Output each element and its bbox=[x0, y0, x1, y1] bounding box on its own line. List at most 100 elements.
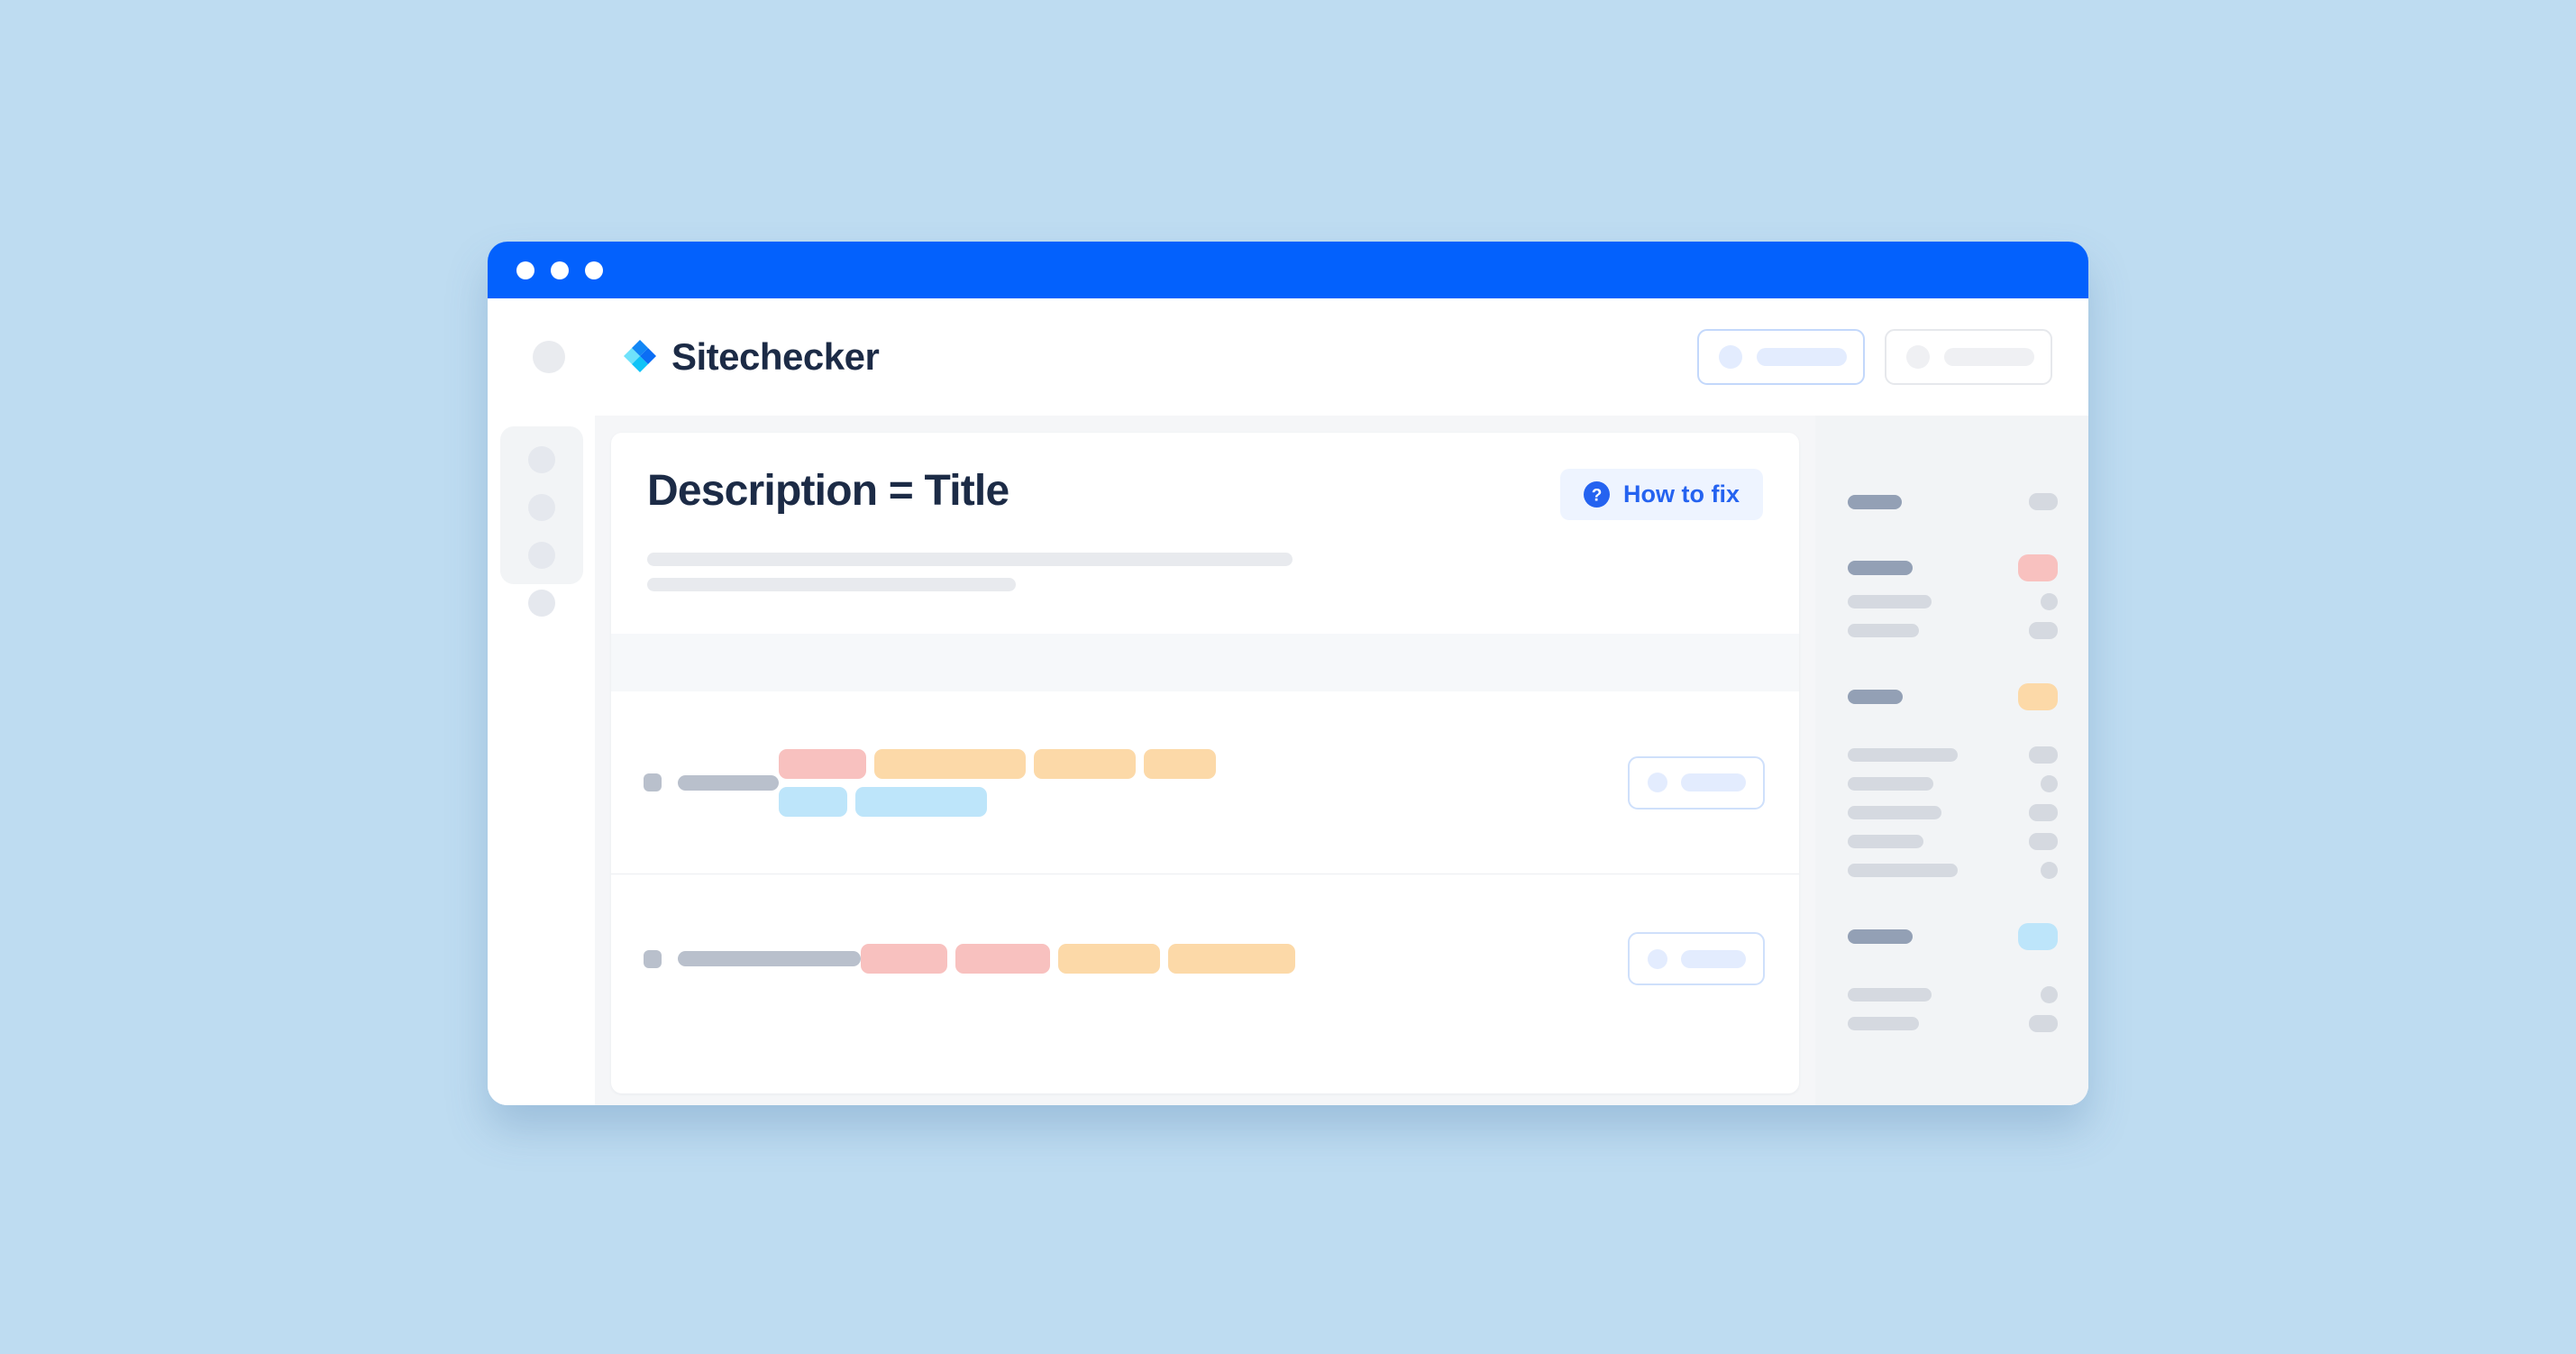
issue-card: Description = Title ? How to fix bbox=[611, 433, 1799, 1093]
summary-row[interactable] bbox=[1848, 775, 2058, 792]
sidebar-item-3-circle-icon[interactable] bbox=[528, 542, 555, 569]
summary-badge bbox=[2029, 746, 2058, 764]
row-label-placeholder bbox=[678, 774, 779, 791]
summary-badge bbox=[2041, 775, 2058, 792]
summary-row[interactable] bbox=[1848, 683, 2058, 710]
summary-label-placeholder bbox=[1848, 595, 1932, 608]
summary-row[interactable] bbox=[1848, 804, 2058, 821]
brand-name: Sitechecker bbox=[671, 335, 880, 378]
summary-badge bbox=[2041, 862, 2058, 879]
summary-group-4 bbox=[1848, 923, 2058, 1032]
card-header: Description = Title ? How to fix bbox=[611, 433, 1799, 634]
summary-row[interactable] bbox=[1848, 862, 2058, 879]
tag-red[interactable] bbox=[955, 944, 1050, 974]
close-dot[interactable] bbox=[516, 261, 534, 279]
sidebar-item-1-circle-icon[interactable] bbox=[528, 446, 555, 473]
summary-badge bbox=[2029, 1015, 2058, 1032]
brand[interactable]: Sitechecker bbox=[616, 335, 880, 378]
row-action-label-placeholder bbox=[1681, 949, 1746, 968]
summary-row[interactable] bbox=[1848, 746, 2058, 764]
browser-titlebar bbox=[488, 242, 2088, 298]
avatar[interactable] bbox=[533, 341, 565, 373]
question-mark-circle-icon: ? bbox=[1584, 481, 1610, 508]
app-header: Sitechecker bbox=[488, 298, 2088, 416]
summary-badge bbox=[2029, 833, 2058, 850]
summary-label-placeholder bbox=[1848, 561, 1913, 575]
summary-badge-info bbox=[2018, 923, 2058, 950]
description-line-1 bbox=[647, 553, 1293, 566]
table-row[interactable] bbox=[611, 874, 1799, 1043]
summary-label-placeholder bbox=[1848, 494, 1902, 509]
summary-label-placeholder bbox=[1848, 748, 1958, 762]
sidebar-item-4-circle-icon[interactable] bbox=[528, 590, 555, 617]
tag-red[interactable] bbox=[861, 944, 947, 974]
row-label bbox=[644, 773, 779, 791]
secondary-placeholder-button[interactable] bbox=[1885, 329, 2052, 385]
app-header-actions bbox=[1697, 329, 2052, 385]
row-action-label-placeholder bbox=[1681, 773, 1746, 791]
table-header-row bbox=[611, 634, 1799, 691]
summary-label-placeholder bbox=[1848, 835, 1923, 848]
row-tags bbox=[861, 944, 1329, 974]
row-spacer bbox=[1848, 722, 2058, 746]
svg-text:?: ? bbox=[1592, 487, 1603, 506]
row-action-button[interactable] bbox=[1628, 755, 1765, 810]
summary-row[interactable] bbox=[1848, 923, 2058, 950]
tag-red[interactable] bbox=[779, 748, 866, 779]
summary-group-1 bbox=[1848, 493, 2058, 510]
summary-row[interactable] bbox=[1848, 986, 2058, 1003]
description-placeholder bbox=[647, 553, 1763, 591]
row-label bbox=[644, 949, 861, 968]
summary-row[interactable] bbox=[1848, 493, 2058, 510]
summary-label-placeholder bbox=[1848, 864, 1958, 877]
tag-orange[interactable] bbox=[1144, 748, 1216, 779]
button-dot-icon bbox=[1719, 345, 1742, 369]
maximize-dot[interactable] bbox=[585, 261, 603, 279]
row-action-dot-icon bbox=[1648, 773, 1667, 792]
tag-orange[interactable] bbox=[1058, 944, 1160, 974]
tag-orange[interactable] bbox=[874, 748, 1026, 779]
summary-badge bbox=[2029, 622, 2058, 639]
summary-row[interactable] bbox=[1848, 833, 2058, 850]
summary-row[interactable] bbox=[1848, 1015, 2058, 1032]
row-action-dot-icon bbox=[1648, 948, 1667, 969]
summary-row[interactable] bbox=[1848, 554, 2058, 581]
minimize-dot[interactable] bbox=[551, 261, 569, 279]
summary-label-placeholder bbox=[1848, 777, 1933, 791]
button-label-placeholder bbox=[1944, 348, 2034, 366]
row-bullet-icon bbox=[644, 773, 662, 791]
sidebar-item-2-circle-icon[interactable] bbox=[528, 494, 555, 521]
summary-badge-warning bbox=[2018, 683, 2058, 710]
row-bullet-icon bbox=[644, 949, 662, 968]
tag-blue[interactable] bbox=[855, 786, 987, 817]
summary-row[interactable] bbox=[1848, 622, 2058, 639]
page-title: Description = Title bbox=[647, 467, 1009, 515]
summary-label-placeholder bbox=[1848, 1017, 1919, 1030]
summary-badge bbox=[2041, 593, 2058, 610]
how-to-fix-label: How to fix bbox=[1623, 480, 1740, 508]
how-to-fix-button[interactable]: ? How to fix bbox=[1560, 469, 1763, 520]
browser-window: Sitechecker Description = Title ? How to… bbox=[488, 242, 2088, 1105]
table-row[interactable] bbox=[611, 691, 1799, 874]
row-spacer bbox=[1848, 962, 2058, 986]
summary-badge bbox=[2041, 986, 2058, 1003]
summary-badge bbox=[2029, 493, 2058, 510]
button-dot-icon bbox=[1906, 345, 1930, 369]
main-content: Description = Title ? How to fix bbox=[595, 416, 1815, 1105]
tag-orange[interactable] bbox=[1168, 944, 1295, 974]
summary-badge bbox=[2029, 804, 2058, 821]
summary-label-placeholder bbox=[1848, 624, 1919, 637]
primary-placeholder-button[interactable] bbox=[1697, 329, 1865, 385]
tag-blue[interactable] bbox=[779, 786, 847, 817]
row-action-button[interactable] bbox=[1628, 932, 1765, 985]
summary-row[interactable] bbox=[1848, 593, 2058, 610]
summary-group-2 bbox=[1848, 554, 2058, 639]
tag-orange[interactable] bbox=[1034, 748, 1136, 779]
summary-badge-error bbox=[2018, 554, 2058, 581]
summary-label-placeholder bbox=[1848, 806, 1941, 819]
button-label-placeholder bbox=[1757, 348, 1847, 366]
summary-label-placeholder bbox=[1848, 929, 1913, 944]
